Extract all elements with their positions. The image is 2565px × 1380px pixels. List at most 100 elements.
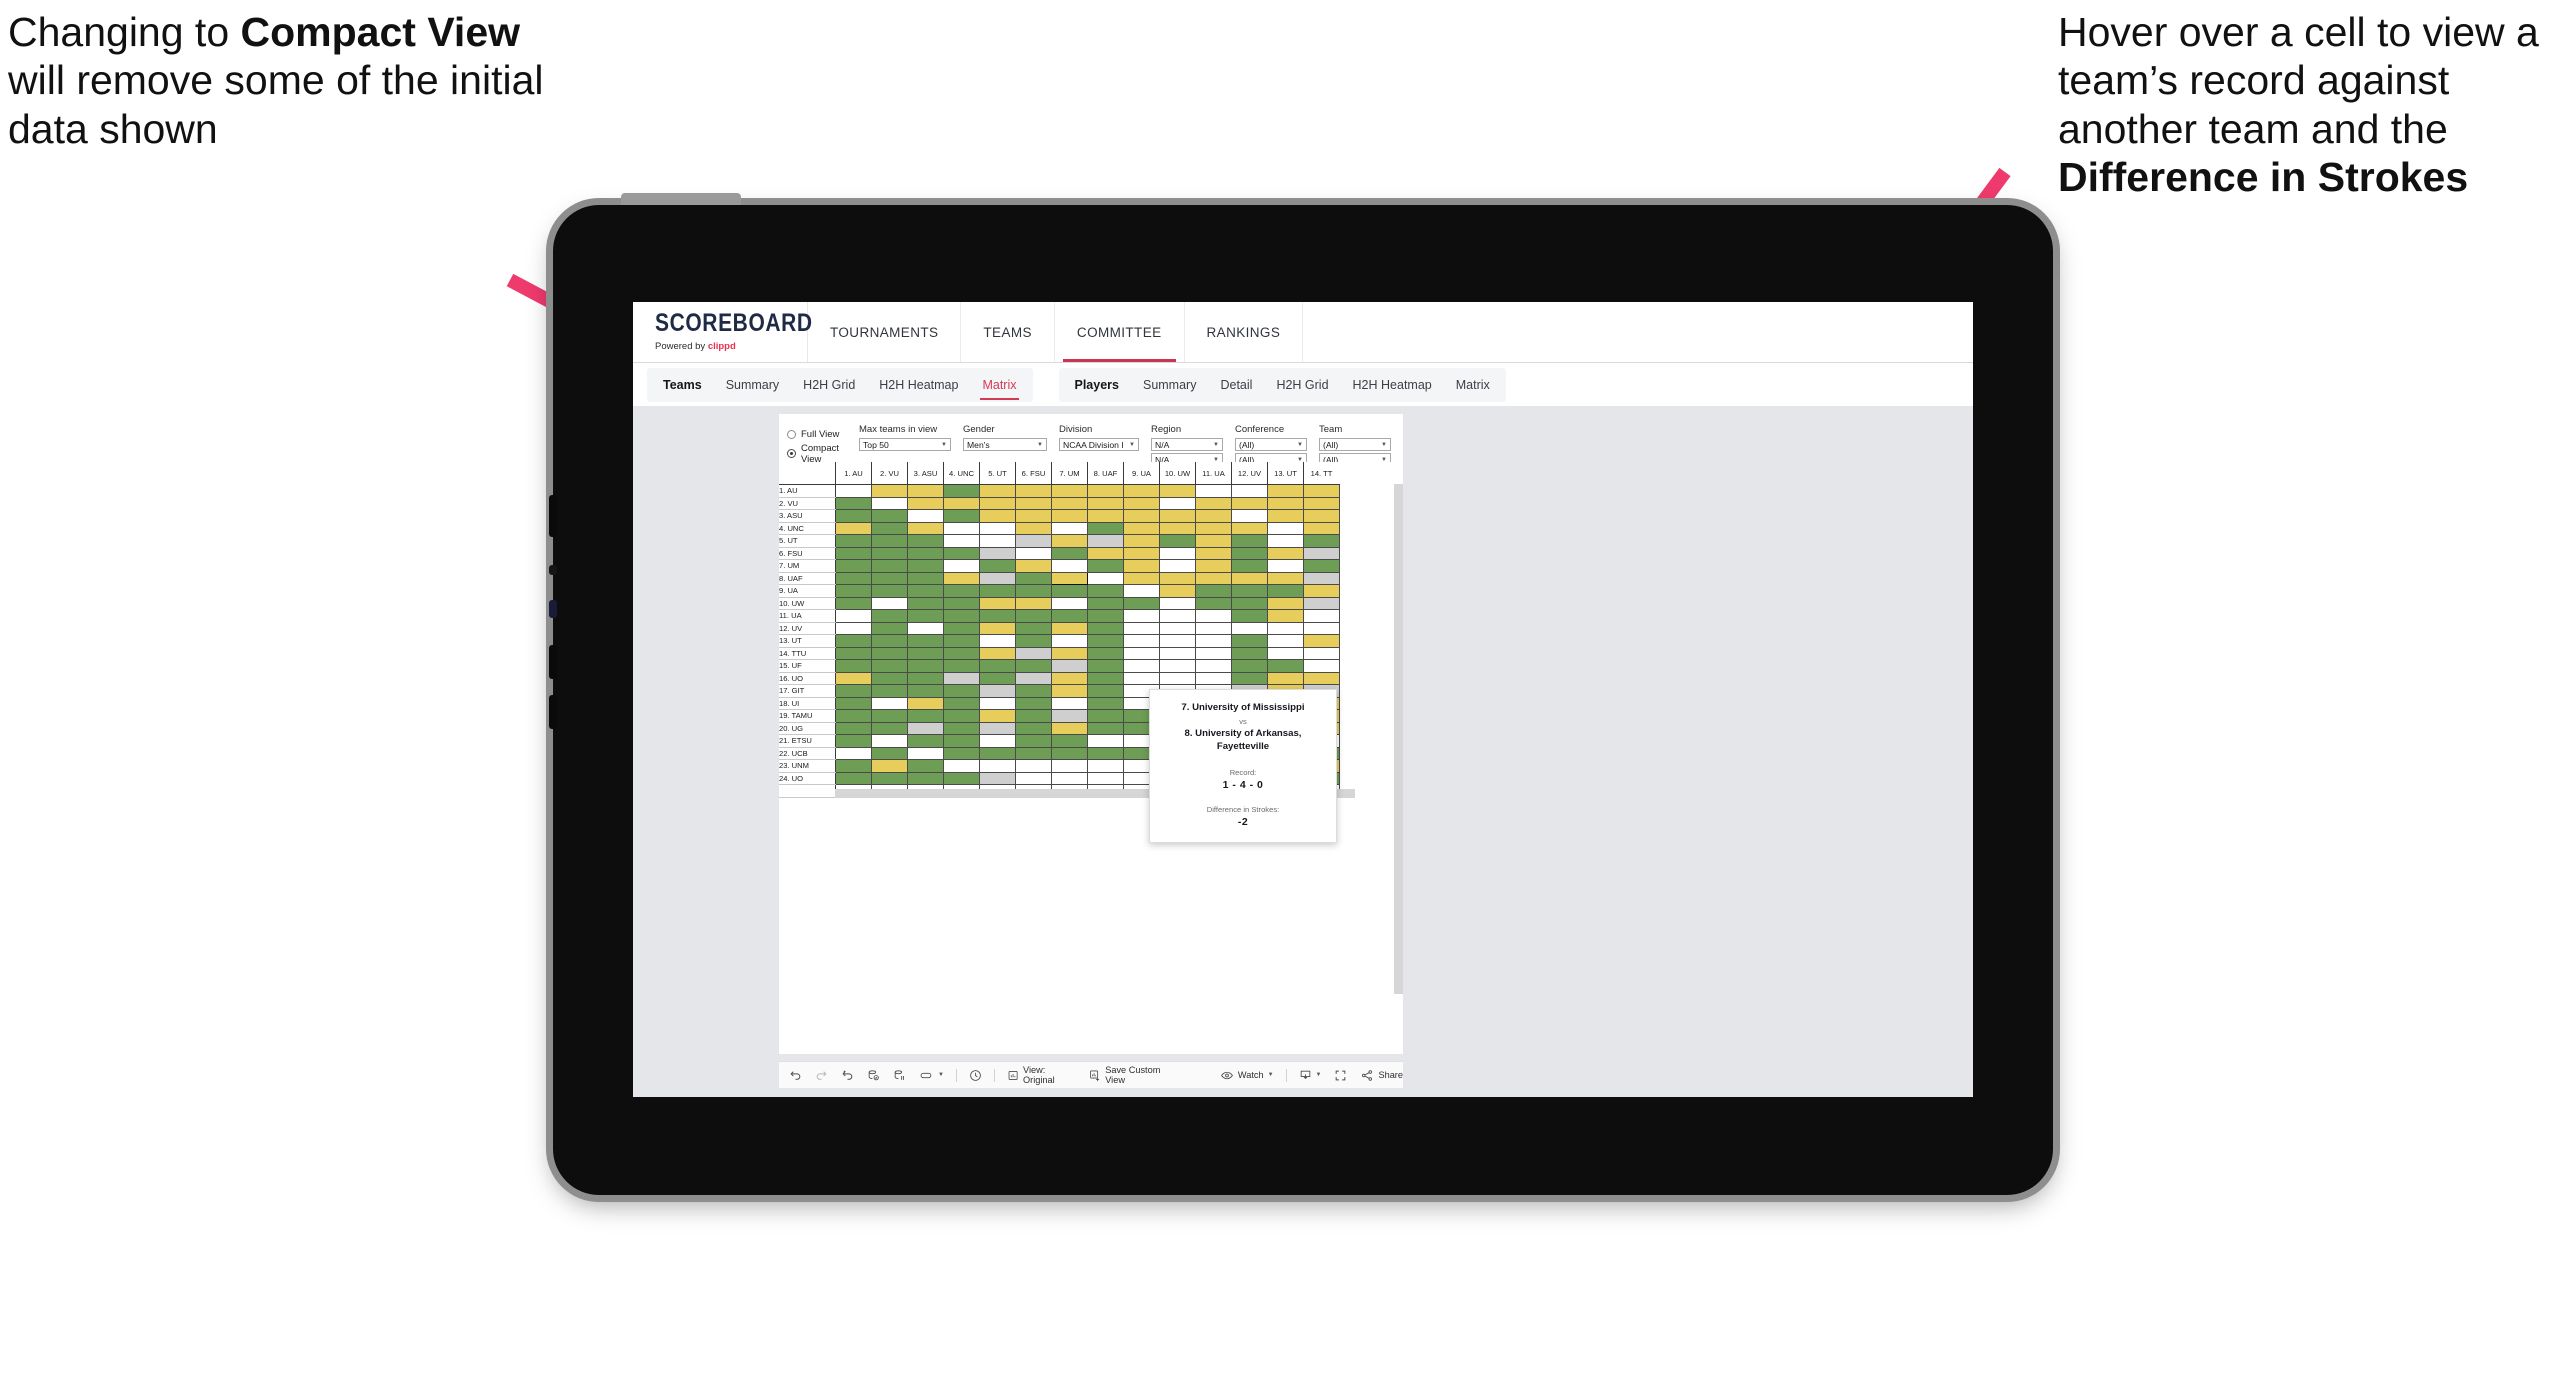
matrix-cell[interactable] bbox=[907, 584, 944, 598]
matrix-cell[interactable] bbox=[1051, 509, 1088, 523]
matrix-cell[interactable] bbox=[835, 771, 872, 785]
matrix-cell[interactable] bbox=[907, 696, 944, 710]
matrix-cell[interactable] bbox=[1087, 684, 1124, 698]
matrix-cell[interactable] bbox=[1015, 559, 1052, 573]
matrix-cell[interactable] bbox=[943, 671, 980, 685]
h2h-matrix[interactable]: 1. AU 2. VU 3. ASU 4. UNC 5. UT 6. FSU 7. UM 8.… bbox=[779, 462, 1403, 994]
subnav-players-matrix[interactable]: Matrix bbox=[1444, 368, 1502, 402]
matrix-cell[interactable] bbox=[871, 671, 908, 685]
matrix-cell[interactable] bbox=[1159, 509, 1196, 523]
matrix-cell[interactable] bbox=[943, 746, 980, 760]
matrix-cell[interactable] bbox=[1087, 484, 1124, 498]
matrix-cell[interactable] bbox=[943, 496, 980, 510]
matrix-cell[interactable] bbox=[1231, 521, 1268, 535]
watch-button[interactable]: Watch ▼ bbox=[1220, 1069, 1274, 1082]
matrix-cell[interactable] bbox=[1123, 659, 1160, 673]
matrix-cell[interactable] bbox=[1195, 621, 1232, 635]
matrix-cell[interactable] bbox=[871, 659, 908, 673]
matrix-cell[interactable] bbox=[979, 746, 1016, 760]
matrix-cell[interactable] bbox=[907, 571, 944, 585]
matrix-cell[interactable] bbox=[1051, 696, 1088, 710]
matrix-cell[interactable] bbox=[1231, 634, 1268, 648]
matrix-cell[interactable] bbox=[1087, 671, 1124, 685]
revert-icon[interactable] bbox=[841, 1069, 854, 1082]
matrix-cell[interactable] bbox=[1231, 559, 1268, 573]
matrix-cell[interactable] bbox=[943, 546, 980, 560]
matrix-cell[interactable] bbox=[943, 771, 980, 785]
matrix-cell[interactable] bbox=[1159, 496, 1196, 510]
matrix-cell[interactable] bbox=[1051, 571, 1088, 585]
matrix-cell[interactable] bbox=[1015, 534, 1052, 548]
matrix-cell[interactable] bbox=[1015, 721, 1052, 735]
matrix-cell[interactable] bbox=[1051, 559, 1088, 573]
subnav-teams-matrix[interactable]: Matrix bbox=[970, 368, 1028, 402]
matrix-cell[interactable] bbox=[907, 709, 944, 723]
matrix-cell[interactable] bbox=[943, 534, 980, 548]
matrix-cell[interactable] bbox=[943, 684, 980, 698]
matrix-cell[interactable] bbox=[1051, 596, 1088, 610]
matrix-cell[interactable] bbox=[1015, 646, 1052, 660]
matrix-cell[interactable] bbox=[835, 709, 872, 723]
matrix-cell[interactable] bbox=[1051, 496, 1088, 510]
matrix-cell[interactable] bbox=[1051, 546, 1088, 560]
matrix-cell[interactable] bbox=[1015, 521, 1052, 535]
matrix-cell[interactable] bbox=[1195, 596, 1232, 610]
matrix-cell[interactable] bbox=[979, 646, 1016, 660]
matrix-cell[interactable] bbox=[835, 509, 872, 523]
matrix-cell[interactable] bbox=[1195, 534, 1232, 548]
matrix-cell[interactable] bbox=[1087, 596, 1124, 610]
matrix-cell[interactable] bbox=[1195, 496, 1232, 510]
nav-committee[interactable]: COMMITTEE bbox=[1055, 302, 1185, 362]
download-icon[interactable]: ▼ bbox=[1299, 1069, 1321, 1082]
matrix-cell[interactable] bbox=[871, 559, 908, 573]
matrix-cell[interactable] bbox=[1123, 584, 1160, 598]
matrix-cell[interactable] bbox=[1015, 759, 1052, 773]
matrix-cell[interactable] bbox=[1015, 546, 1052, 560]
matrix-cell[interactable] bbox=[835, 609, 872, 623]
matrix-cell[interactable] bbox=[835, 571, 872, 585]
matrix-cell[interactable] bbox=[979, 534, 1016, 548]
matrix-cell[interactable] bbox=[1051, 709, 1088, 723]
matrix-cell[interactable] bbox=[1159, 521, 1196, 535]
fullscreen-icon[interactable] bbox=[1334, 1069, 1347, 1082]
matrix-cell[interactable] bbox=[1267, 584, 1304, 598]
matrix-cell[interactable] bbox=[979, 709, 1016, 723]
matrix-cell[interactable] bbox=[1231, 571, 1268, 585]
matrix-cell[interactable] bbox=[979, 721, 1016, 735]
matrix-cell[interactable] bbox=[1231, 509, 1268, 523]
matrix-cell[interactable] bbox=[979, 671, 1016, 685]
matrix-cell[interactable] bbox=[1123, 671, 1160, 685]
matrix-cell[interactable] bbox=[871, 634, 908, 648]
matrix-cell[interactable] bbox=[907, 621, 944, 635]
matrix-cell[interactable] bbox=[979, 509, 1016, 523]
matrix-cell[interactable] bbox=[1015, 496, 1052, 510]
matrix-cell[interactable] bbox=[979, 659, 1016, 673]
matrix-cell[interactable] bbox=[979, 609, 1016, 623]
matrix-cell[interactable] bbox=[1123, 634, 1160, 648]
matrix-cell[interactable] bbox=[1267, 659, 1304, 673]
matrix-cell[interactable] bbox=[835, 684, 872, 698]
matrix-cell[interactable] bbox=[1303, 584, 1340, 598]
highlight-icon[interactable]: ▼ bbox=[919, 1069, 944, 1082]
matrix-cell[interactable] bbox=[1267, 646, 1304, 660]
matrix-cell[interactable] bbox=[1015, 571, 1052, 585]
matrix-cell[interactable] bbox=[835, 621, 872, 635]
matrix-cell[interactable] bbox=[1051, 746, 1088, 760]
matrix-cell[interactable] bbox=[907, 759, 944, 773]
matrix-cell[interactable] bbox=[943, 696, 980, 710]
matrix-cell[interactable] bbox=[1087, 546, 1124, 560]
matrix-cell[interactable] bbox=[1087, 496, 1124, 510]
matrix-cell[interactable] bbox=[979, 634, 1016, 648]
matrix-cell[interactable] bbox=[871, 746, 908, 760]
matrix-cell[interactable] bbox=[943, 609, 980, 623]
matrix-cell[interactable] bbox=[1015, 609, 1052, 623]
matrix-cell[interactable] bbox=[1303, 546, 1340, 560]
matrix-cell[interactable] bbox=[1231, 646, 1268, 660]
matrix-cell[interactable] bbox=[835, 596, 872, 610]
filter-division-select[interactable]: NCAA Division I ▼ bbox=[1059, 438, 1139, 451]
matrix-cell[interactable] bbox=[835, 496, 872, 510]
matrix-cell[interactable] bbox=[1123, 509, 1160, 523]
subnav-teams-h2h-grid[interactable]: H2H Grid bbox=[791, 368, 867, 402]
matrix-cell[interactable] bbox=[943, 709, 980, 723]
matrix-cell[interactable] bbox=[871, 609, 908, 623]
